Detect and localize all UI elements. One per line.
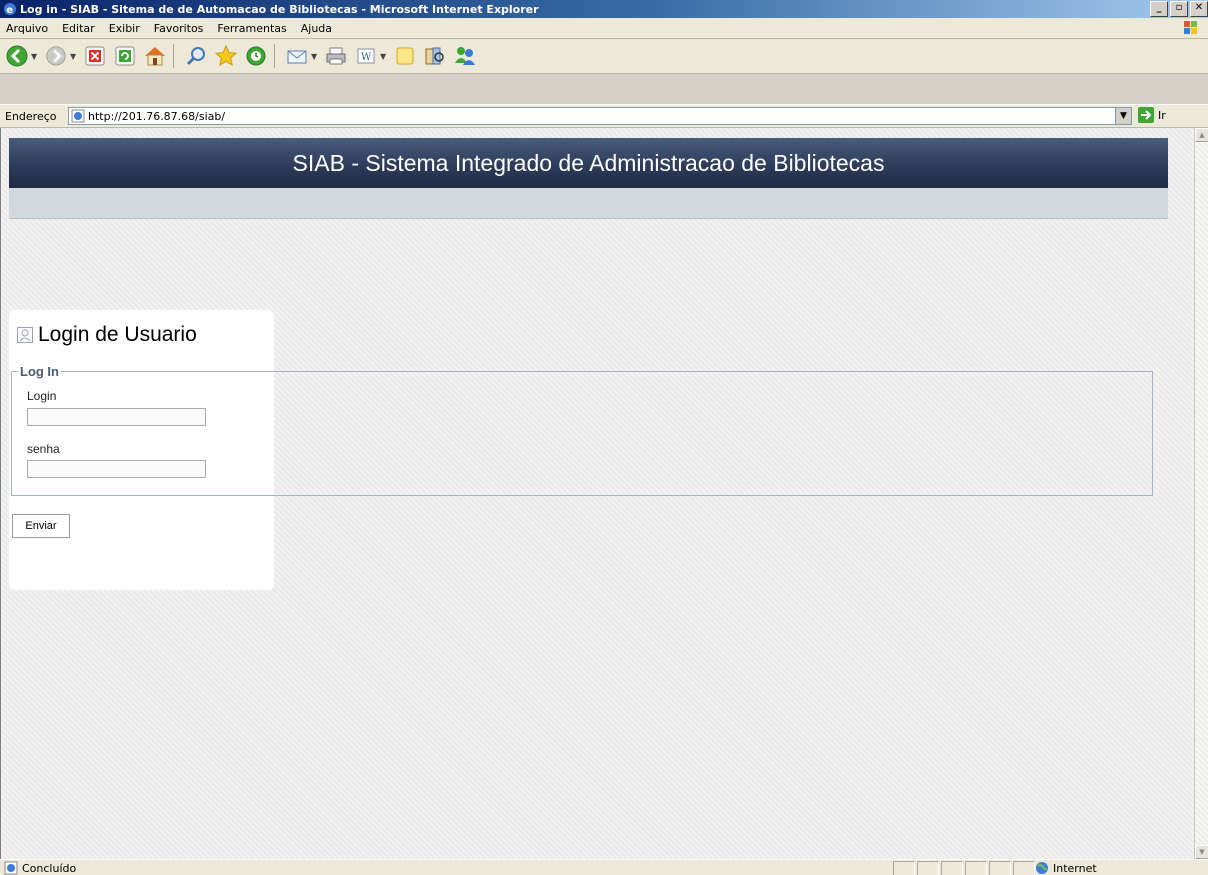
- scroll-down-icon[interactable]: ▼: [1195, 845, 1208, 859]
- mail-icon: [287, 50, 307, 64]
- toolbar-separator: [173, 44, 174, 68]
- home-button[interactable]: [142, 43, 168, 69]
- forward-button[interactable]: [43, 43, 69, 69]
- status-pane: [1013, 861, 1035, 875]
- status-pane: [893, 861, 915, 875]
- maximize-button[interactable]: ▫: [1170, 1, 1188, 17]
- security-zone[interactable]: Internet: [1035, 861, 1097, 875]
- window-controls: _ ▫ ✕: [1148, 1, 1208, 17]
- menu-favoritos[interactable]: Favoritos: [147, 22, 211, 35]
- refresh-button[interactable]: [112, 43, 138, 69]
- edit-dropdown-icon[interactable]: ▼: [380, 52, 388, 61]
- windows-logo-icon: [1184, 21, 1197, 34]
- minimize-button[interactable]: _: [1150, 1, 1168, 17]
- go-label: Ir: [1158, 108, 1166, 122]
- svg-text:e: e: [6, 5, 13, 16]
- login-title: Login de Usuario: [17, 323, 197, 347]
- login-title-text: Login de Usuario: [38, 323, 197, 346]
- login-label: Login: [27, 389, 57, 403]
- status-pane: [917, 861, 939, 875]
- status-pane: [989, 861, 1011, 875]
- menu-ajuda[interactable]: Ajuda: [294, 22, 339, 35]
- print-button[interactable]: [323, 43, 349, 69]
- home-icon: [145, 47, 165, 66]
- vertical-scrollbar[interactable]: ▲ ▼: [1194, 128, 1208, 859]
- password-label: senha: [27, 442, 60, 456]
- forward-dropdown-icon[interactable]: ▼: [70, 52, 78, 61]
- address-bar: Endereço ▼ Ir: [0, 104, 1208, 128]
- stop-button[interactable]: [82, 43, 108, 69]
- menu-ferramentas[interactable]: Ferramentas: [210, 22, 293, 35]
- favorites-button[interactable]: [213, 43, 239, 69]
- status-panes: [893, 861, 1037, 875]
- stop-icon: [85, 46, 105, 66]
- address-box: ▼: [68, 107, 1132, 125]
- research-button[interactable]: [422, 43, 448, 69]
- back-dropdown-icon[interactable]: ▼: [31, 52, 39, 61]
- go-button[interactable]: Ir: [1138, 107, 1166, 123]
- menu-arquivo[interactable]: Arquivo: [0, 22, 55, 35]
- menu-exibir[interactable]: Exibir: [102, 22, 147, 35]
- menu-editar[interactable]: Editar: [55, 22, 102, 35]
- edit-button[interactable]: W: [353, 43, 379, 69]
- address-dropdown-icon[interactable]: ▼: [1115, 108, 1131, 124]
- search-button[interactable]: [183, 43, 209, 69]
- status-text: Concluído: [22, 861, 77, 875]
- go-arrow-icon: [1138, 107, 1154, 123]
- browser-window: e Log in - SIAB - Sitema de de Automacao…: [0, 0, 1208, 875]
- status-bar: Concluído Internet: [0, 859, 1208, 875]
- page-viewport: SIAB - Sistema Integrado de Administraca…: [0, 128, 1195, 859]
- menu-bar: Arquivo Editar Exibir Favoritos Ferramen…: [0, 18, 1208, 39]
- globe-icon: [1036, 862, 1048, 874]
- window-title: Log in - SIAB - Sitema de de Automacao d…: [20, 2, 539, 16]
- toolbar-separator: [274, 44, 275, 68]
- mail-dropdown-icon[interactable]: ▼: [311, 52, 319, 61]
- site-navbar: [9, 188, 1168, 219]
- history-button[interactable]: [243, 43, 269, 69]
- zone-label: Internet: [1053, 861, 1097, 875]
- mail-button[interactable]: [284, 43, 310, 69]
- scroll-up-icon[interactable]: ▲: [1195, 128, 1208, 142]
- edit-icon: W: [357, 48, 375, 64]
- standard-toolbar: ▼ ▼ ▼ W ▼: [0, 39, 1208, 74]
- user-icon: [17, 327, 33, 343]
- page-done-icon: [4, 861, 18, 875]
- discuss-icon: [396, 47, 414, 65]
- status-pane: [965, 861, 987, 875]
- refresh-icon: [115, 46, 135, 66]
- submit-button[interactable]: Enviar: [12, 514, 70, 538]
- status-left: Concluído: [4, 861, 76, 875]
- messenger-button[interactable]: [452, 43, 478, 69]
- print-icon: [326, 47, 346, 65]
- close-button[interactable]: ✕: [1190, 1, 1208, 17]
- favorites-icon: [214, 44, 238, 67]
- address-input[interactable]: [88, 109, 1131, 123]
- ie-logo-icon: e: [4, 3, 16, 16]
- research-icon: [425, 47, 444, 65]
- login-input[interactable]: [27, 408, 206, 426]
- search-icon: [186, 47, 205, 66]
- site-header: SIAB - Sistema Integrado de Administraca…: [9, 138, 1168, 188]
- forward-icon: [46, 46, 66, 66]
- back-icon: [6, 45, 28, 67]
- login-legend: Log In: [20, 364, 59, 379]
- status-pane: [941, 861, 963, 875]
- address-label: Endereço: [5, 109, 57, 123]
- messenger-icon: [455, 47, 475, 65]
- page-icon: [71, 109, 85, 123]
- password-input[interactable]: [27, 460, 206, 478]
- discuss-button[interactable]: [392, 43, 418, 69]
- history-icon: [246, 46, 266, 66]
- title-bar: e Log in - SIAB - Sitema de de Automacao…: [0, 0, 1208, 18]
- svg-text:W: W: [361, 52, 372, 63]
- back-button[interactable]: [4, 43, 30, 69]
